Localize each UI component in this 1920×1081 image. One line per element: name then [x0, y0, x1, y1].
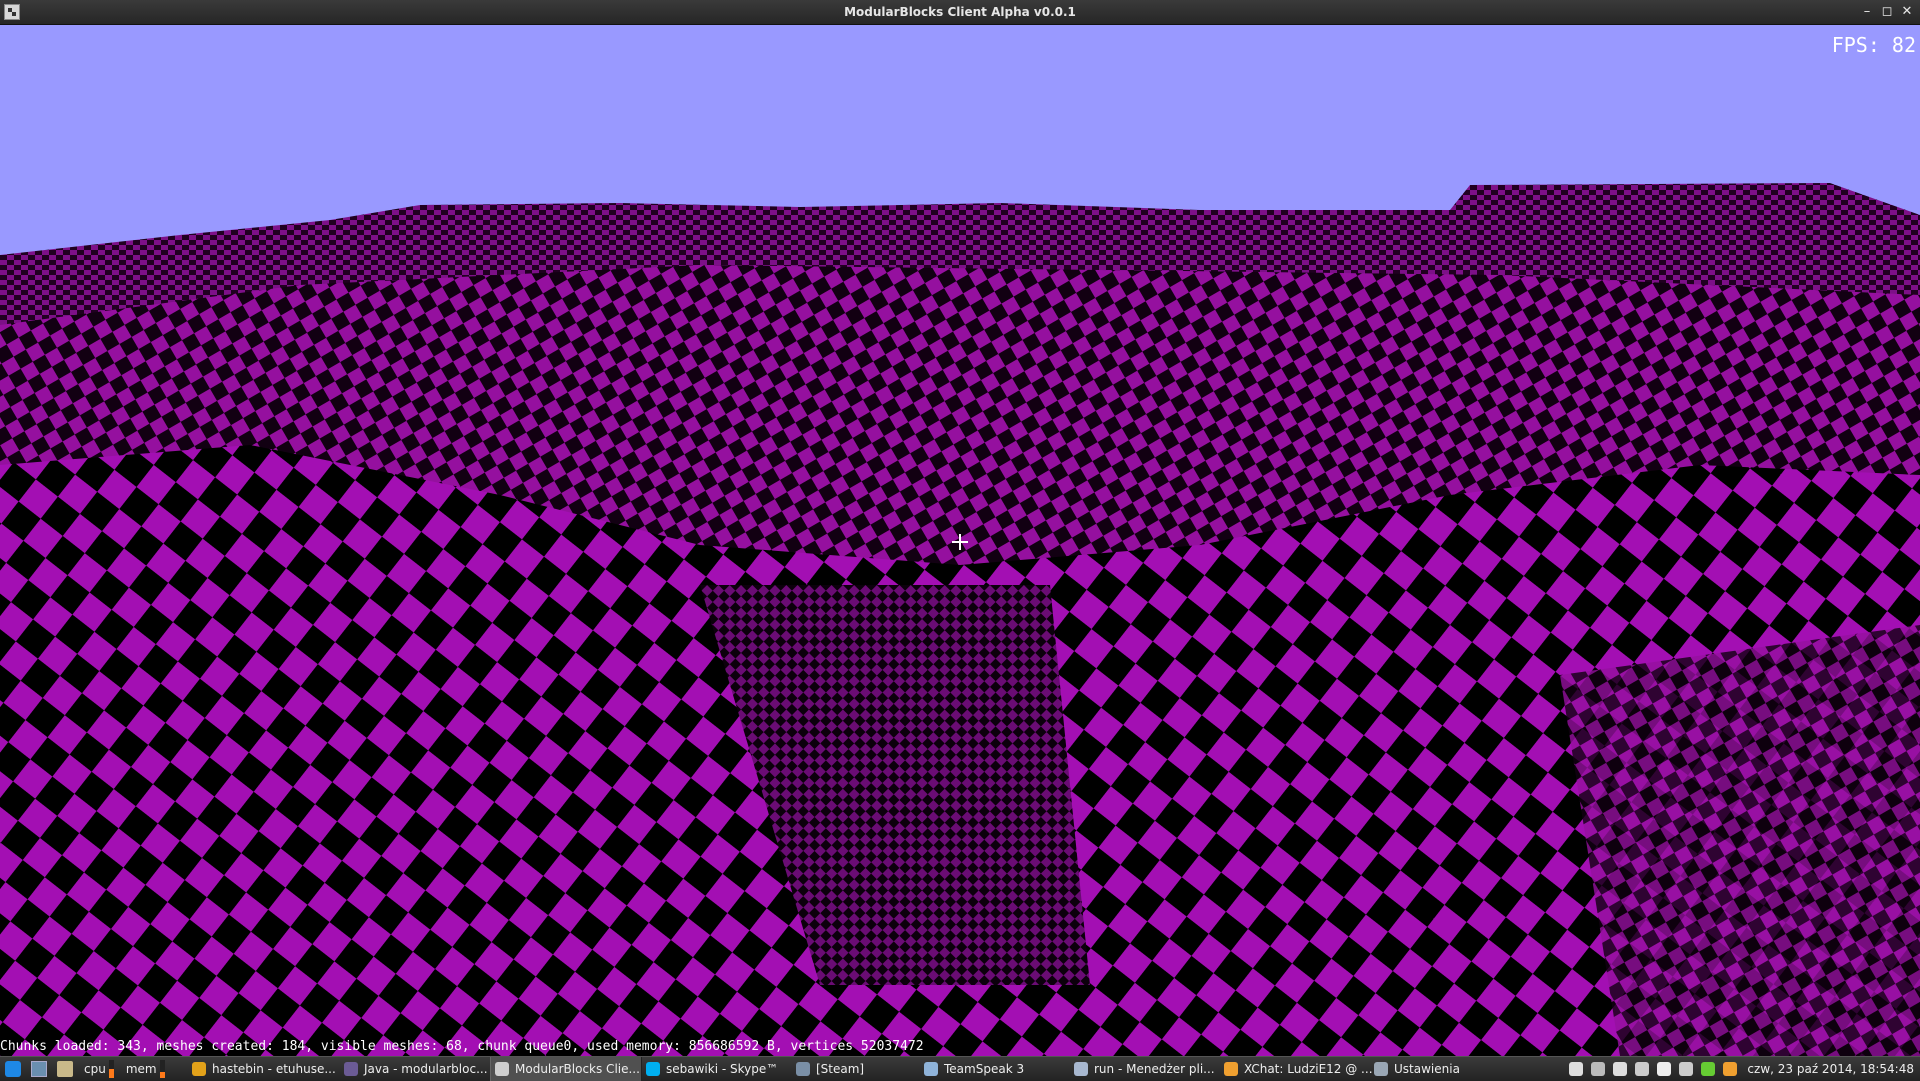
xchat-tray-icon[interactable]: [1723, 1062, 1737, 1076]
volume-icon[interactable]: [1613, 1062, 1627, 1076]
modularblocks-icon: [495, 1062, 509, 1076]
fps-counter: FPS: 82: [1831, 33, 1916, 57]
taskbar-item[interactable]: XChat: LudziE12 @ ...: [1220, 1057, 1373, 1081]
skype-tray-icon[interactable]: [1701, 1062, 1715, 1076]
taskbar-item[interactable]: Java - modularbloc...: [340, 1057, 490, 1081]
window-title: ModularBlocks Client Alpha v0.0.1: [844, 5, 1076, 19]
teamspeak-icon: [924, 1062, 938, 1076]
taskbar-item-label: sebawiki - Skype™: [666, 1062, 779, 1076]
cpu-label: cpu: [84, 1062, 106, 1076]
dropbox-icon[interactable]: [1657, 1062, 1671, 1076]
taskbar-item-label: run - Menedżer pli...: [1094, 1062, 1215, 1076]
skype-icon: [646, 1062, 660, 1076]
mem-monitor: mem: [126, 1060, 171, 1078]
cpu-monitor: cpu: [84, 1060, 120, 1078]
cpu-usage-fill: [108, 1069, 114, 1078]
taskbar-item[interactable]: sebawiki - Skype™: [642, 1057, 792, 1081]
mem-label: mem: [125, 1062, 157, 1076]
window-titlebar[interactable]: ModularBlocks Client Alpha v0.0.1 – ◻ ✕: [0, 0, 1920, 25]
taskbar-item[interactable]: ModularBlocks Clie...: [490, 1057, 642, 1081]
taskbar-item-label: hastebin - etuhuse...: [212, 1062, 336, 1076]
taskbar-item[interactable]: hastebin - etuhuse...: [188, 1057, 340, 1081]
steam-tray-icon[interactable]: [1591, 1062, 1605, 1076]
mem-usage-fill: [159, 1071, 165, 1078]
cloud-icon[interactable]: [1679, 1062, 1693, 1076]
system-tray: [1565, 1057, 1741, 1081]
taskbar-item-label: [Steam]: [816, 1062, 865, 1076]
show-desktop-icon[interactable]: [31, 1061, 47, 1077]
settings-icon: [1374, 1062, 1388, 1076]
taskbar-item-label: Java - modularbloc...: [364, 1062, 488, 1076]
quick-launch: cpu mem: [0, 1057, 171, 1081]
game-viewport[interactable]: FPS: 82 Chunks loaded: 343, meshes creat…: [0, 25, 1920, 1056]
mail-icon[interactable]: [1635, 1062, 1649, 1076]
mem-usage-bar: [159, 1060, 165, 1078]
cpu-usage-bar: [108, 1060, 114, 1078]
file-manager-icon[interactable]: [57, 1061, 73, 1077]
taskbar-item[interactable]: run - Menedżer pli...: [1070, 1057, 1220, 1081]
taskbar-item-label: XChat: LudziE12 @ ...: [1244, 1062, 1373, 1076]
taskbar: cpu mem hastebin - etuhuse... Java - modu…: [0, 1056, 1920, 1081]
taskbar-item-label: Ustawienia: [1394, 1062, 1460, 1076]
close-button[interactable]: ✕: [1898, 3, 1916, 21]
network-icon[interactable]: [1569, 1062, 1583, 1076]
start-menu-icon[interactable]: [5, 1061, 21, 1077]
xchat-icon: [1224, 1062, 1238, 1076]
clock[interactable]: czw, 23 paź 2014, 18:54:48: [1747, 1062, 1914, 1076]
maximize-button[interactable]: ◻: [1878, 3, 1896, 21]
taskbar-item-label: ModularBlocks Clie...: [515, 1062, 640, 1076]
crosshair-icon: [952, 534, 968, 550]
taskbar-item[interactable]: TeamSpeak 3: [920, 1057, 1070, 1081]
terrain-block-right: [1560, 625, 1920, 1056]
steam-icon: [796, 1062, 810, 1076]
minimize-button[interactable]: –: [1858, 3, 1876, 21]
taskbar-item[interactable]: Ustawienia: [1370, 1057, 1490, 1081]
task-list: hastebin - etuhuse... Java - modularbloc.…: [188, 1057, 1490, 1081]
debug-info: Chunks loaded: 343, meshes created: 184,…: [0, 1039, 924, 1054]
eclipse-icon: [344, 1062, 358, 1076]
chrome-icon: [192, 1062, 206, 1076]
taskbar-item[interactable]: [Steam]: [792, 1057, 920, 1081]
folder-icon: [1074, 1062, 1088, 1076]
taskbar-item-label: TeamSpeak 3: [944, 1062, 1025, 1076]
